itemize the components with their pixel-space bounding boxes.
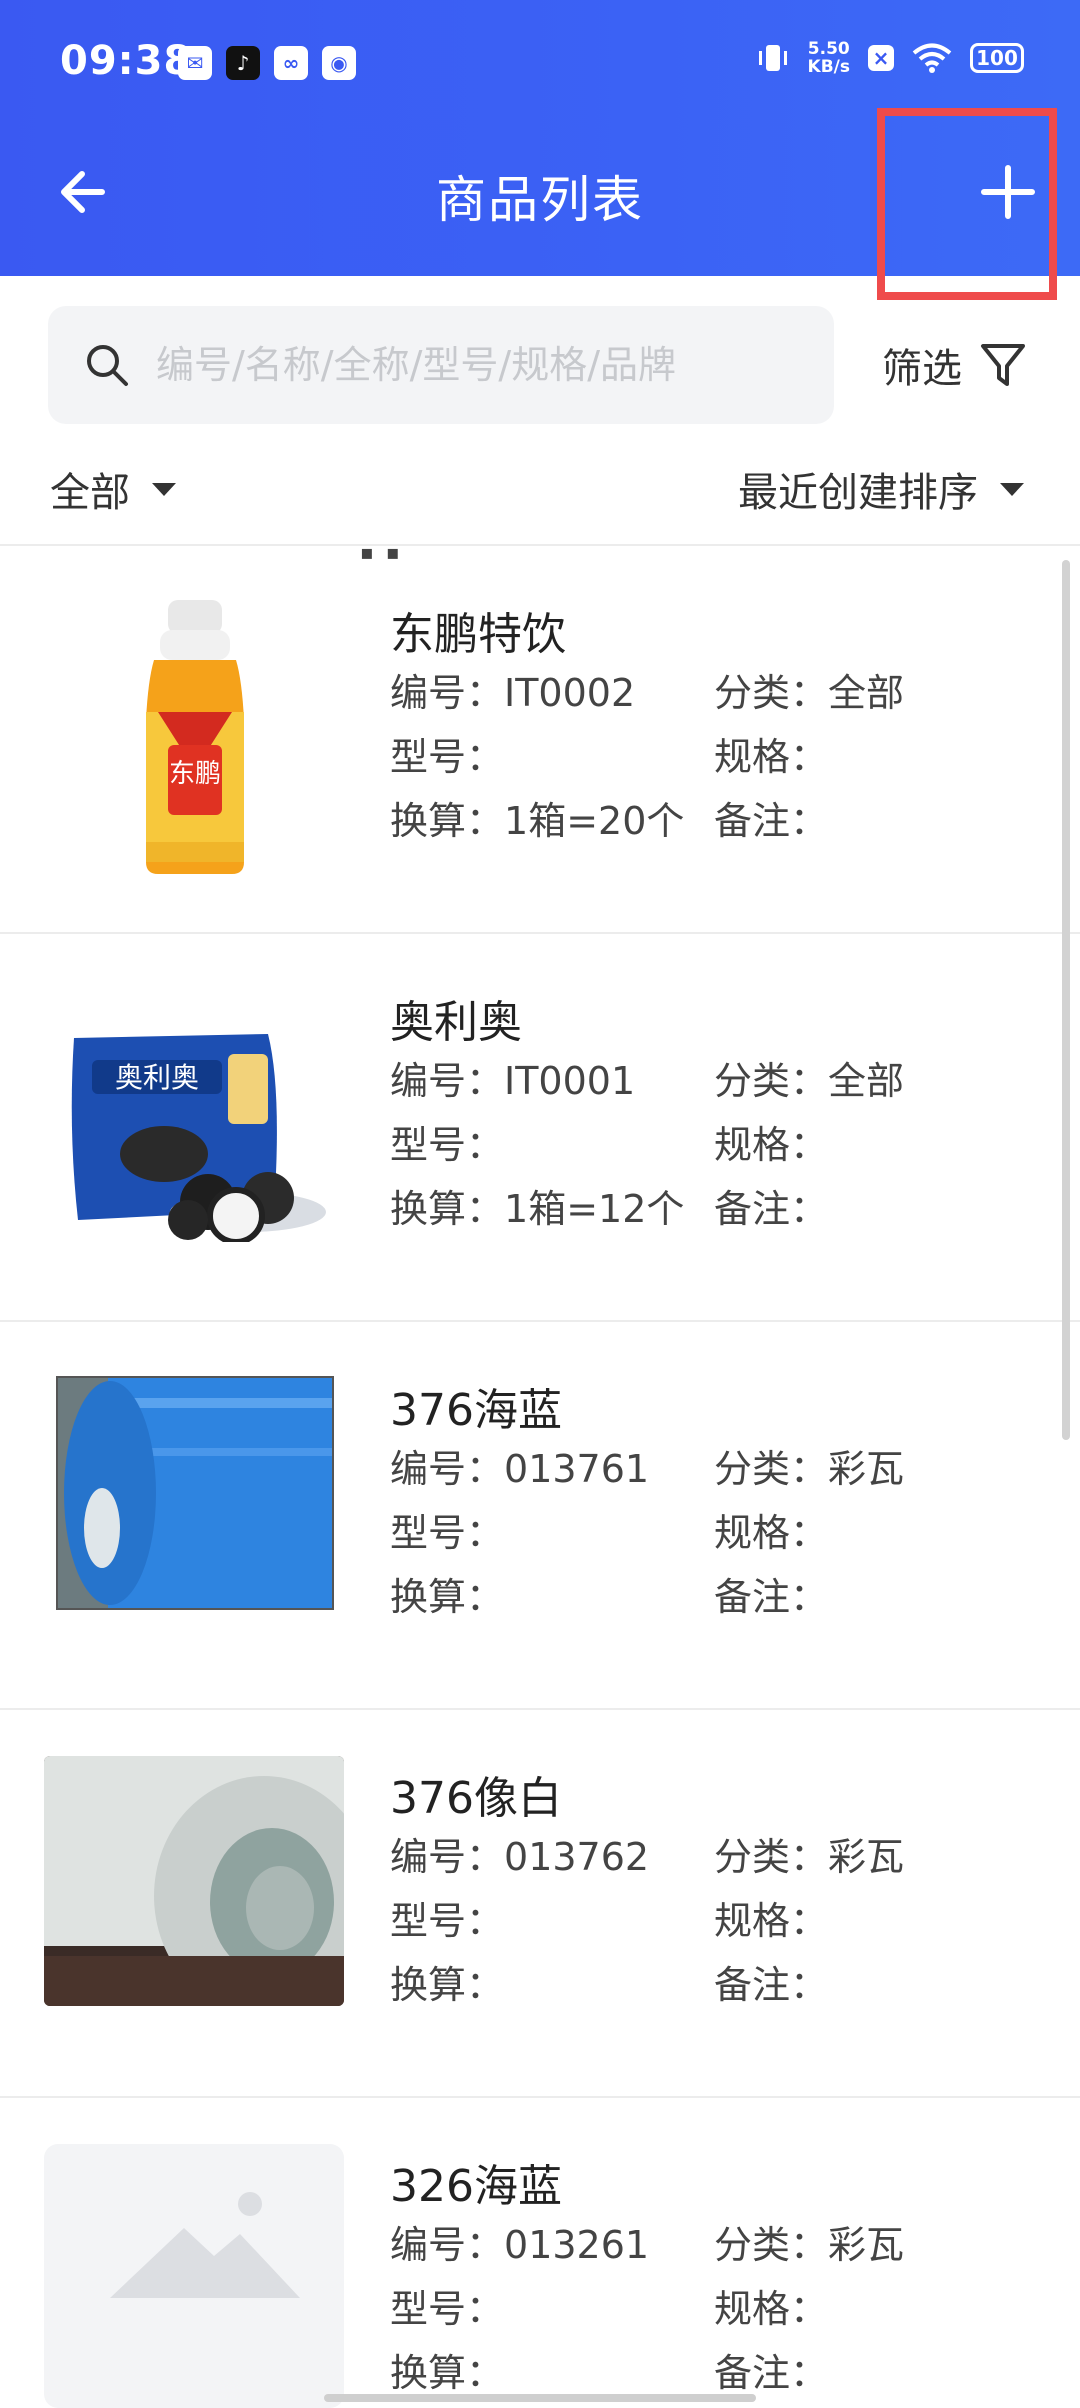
message-notification-icon: ✉	[178, 46, 212, 80]
filter-label: 筛选	[882, 346, 962, 392]
chevron-down-icon	[152, 482, 176, 496]
white-steel-coil-icon	[44, 1756, 344, 2006]
remark-field: 备注：	[714, 1575, 829, 1619]
product-name: 376像白	[390, 1773, 562, 1824]
search-box[interactable]	[48, 306, 834, 424]
search-icon	[87, 345, 128, 386]
product-item[interactable]: 376海蓝 编号：013761 分类：彩瓦 型号： 规格： 换算： 备注：	[0, 1322, 1080, 1710]
category-dropdown-label: 全部	[50, 470, 130, 516]
product-name: 376海蓝	[390, 1385, 562, 1436]
code-field: 编号：IT0002	[390, 671, 636, 715]
category-field: 分类：彩瓦	[714, 2223, 905, 2267]
browser-notification-icon: ◉	[322, 46, 356, 80]
search-input[interactable]	[154, 334, 798, 396]
product-image-oreo: 奥利奥	[68, 1030, 328, 1242]
code-field: 编号：IT0001	[390, 1059, 636, 1103]
status-time: 09:38	[60, 38, 193, 84]
remark-field: 备注：	[714, 2351, 829, 2395]
blue-steel-coil-icon	[58, 1378, 332, 1608]
scrollbar[interactable]	[1062, 560, 1070, 1440]
model-field: 型号：	[390, 735, 505, 779]
conversion-field: 换算：	[390, 1963, 505, 2007]
image-placeholder-icon	[110, 2192, 300, 2298]
category-field: 分类：全部	[714, 1059, 905, 1103]
product-image-placeholder	[44, 2144, 344, 2408]
highlight-box	[877, 108, 1057, 300]
filter-button[interactable]: 筛选	[882, 336, 1026, 394]
product-name: 东鹏特饮	[390, 609, 566, 660]
product-name: 326海蓝	[390, 2161, 562, 2212]
notification-icons: ✉ ♪ ∞ ◉	[178, 46, 356, 80]
conversion-field: 换算：	[390, 2351, 505, 2395]
wifi-icon	[912, 43, 952, 73]
code-field: 编号：013762	[390, 1835, 650, 1879]
model-field: 型号：	[390, 1511, 505, 1555]
app-notification-icon: ∞	[274, 46, 308, 80]
spec-field: 规格：	[714, 1123, 829, 1167]
product-item[interactable]: 奥利奥 奥利奥 编号：IT0001 分类：全部 型号： 规格： 换算：1箱=12…	[0, 934, 1080, 1322]
product-image-blue-coil	[56, 1376, 334, 1610]
category-field: 分类：彩瓦	[714, 1447, 905, 1491]
cookie-pack-icon: 奥利奥	[71, 1034, 326, 1242]
home-indicator[interactable]	[324, 2394, 756, 2402]
energy-drink-bottle-icon: 东鹏	[146, 600, 244, 874]
conversion-field: 换算：1箱=20个	[390, 799, 685, 843]
model-field: 型号：	[390, 1899, 505, 1943]
product-name: 奥利奥	[390, 997, 522, 1048]
product-item[interactable]: 东鹏 东鹏特饮 编号：IT0002 分类：全部 型号： 规格： 换算：1箱=20…	[0, 546, 1080, 934]
product-item[interactable]: 326海蓝 编号：013261 分类：彩瓦 型号： 规格： 换算： 备注：	[0, 2098, 1080, 2408]
tiktok-notification-icon: ♪	[226, 46, 260, 80]
spec-field: 规格：	[714, 2287, 829, 2331]
product-item[interactable]: 376像白 编号：013762 分类：彩瓦 型号： 规格： 换算： 备注：	[0, 1710, 1080, 2098]
code-field: 编号：013761	[390, 1447, 650, 1491]
sort-dropdown-label: 最近创建排序	[738, 470, 978, 516]
battery-icon: 100	[970, 43, 1024, 73]
pack-brand-text: 奥利奥	[115, 1061, 199, 1094]
filter-icon	[981, 344, 1025, 386]
product-image-energy-drink: 东鹏	[138, 600, 252, 878]
remark-field: 备注：	[714, 1187, 829, 1231]
sort-dropdown[interactable]: 最近创建排序	[738, 460, 1024, 518]
vibrate-icon	[758, 45, 787, 71]
conversion-field: 换算：	[390, 1575, 505, 1619]
data-off-icon: ×	[868, 45, 894, 71]
spec-field: 规格：	[714, 1511, 829, 1555]
remark-field: 备注：	[714, 1963, 829, 2007]
conversion-field: 换算：1箱=12个	[390, 1187, 685, 1231]
product-image-white-coil	[44, 1756, 344, 2006]
chevron-down-icon	[1000, 482, 1024, 496]
bottle-brand-text: 东鹏	[169, 759, 221, 789]
model-field: 型号：	[390, 2287, 505, 2331]
category-field: 分类：彩瓦	[714, 1835, 905, 1879]
remark-field: 备注：	[714, 799, 829, 843]
spec-field: 规格：	[714, 1899, 829, 1943]
model-field: 型号：	[390, 1123, 505, 1167]
category-dropdown[interactable]: 全部	[50, 460, 176, 518]
spec-field: 规格：	[714, 735, 829, 779]
network-speed: 5.50 KB/s	[807, 39, 850, 77]
code-field: 编号：013261	[390, 2223, 650, 2267]
system-icons: 5.50 KB/s × 100	[756, 40, 1024, 76]
category-field: 分类：全部	[714, 671, 905, 715]
